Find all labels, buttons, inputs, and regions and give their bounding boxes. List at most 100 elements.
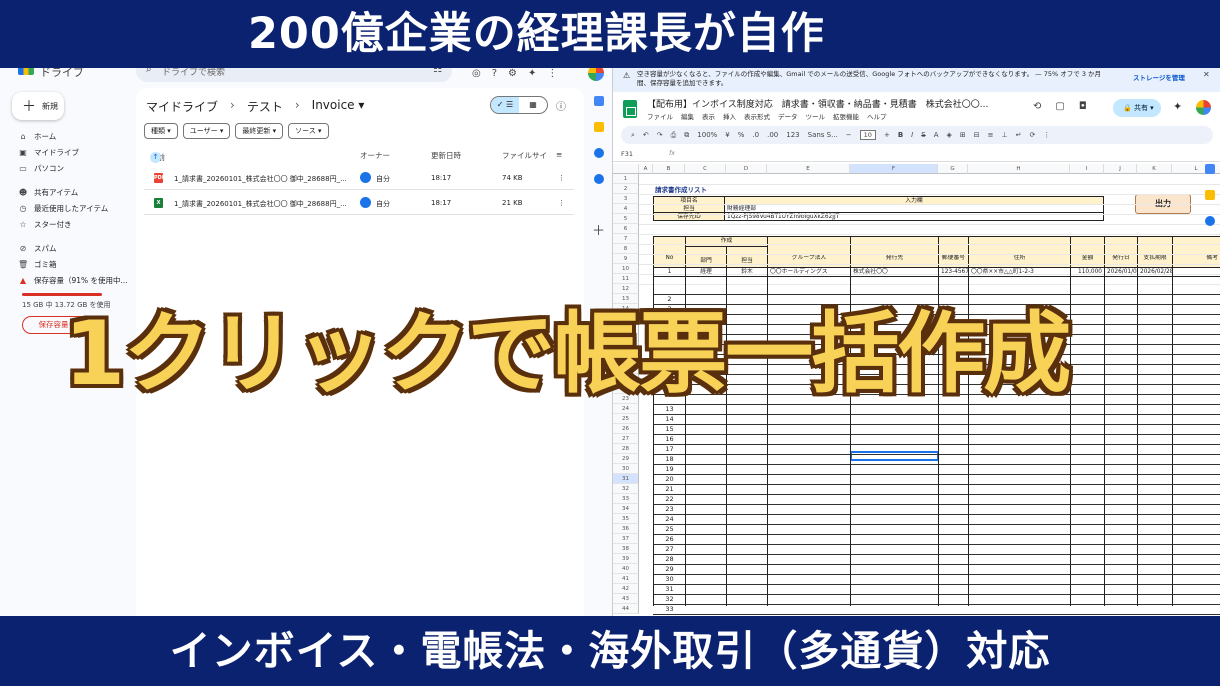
row1-amount[interactable]: 110,000 <box>1070 267 1105 277</box>
no-cell[interactable]: 16 <box>653 434 686 444</box>
menu-file[interactable]: ファイル <box>647 111 673 121</box>
row1-tantou[interactable]: 鈴木 <box>726 267 768 277</box>
close-icon[interactable]: ✕ <box>1203 70 1210 79</box>
arrow-up-icon[interactable]: ↑ <box>150 152 161 163</box>
row-number[interactable]: 20 <box>613 364 639 374</box>
row-number[interactable]: 9 <box>613 254 639 264</box>
no-cell[interactable]: 29 <box>653 564 686 574</box>
filter-modified-chip[interactable]: 最終更新 ▾ <box>235 123 284 139</box>
tasks-icon[interactable] <box>594 148 604 158</box>
more-formats-icon[interactable]: 123 <box>786 131 799 139</box>
row-number[interactable]: 6 <box>613 224 639 234</box>
strikethrough-icon[interactable]: S <box>921 131 925 139</box>
add-addon-icon[interactable]: ＋ <box>592 220 605 239</box>
calendar-icon[interactable] <box>1205 164 1215 174</box>
file-row[interactable]: X 1_請求書_20260101_株式会社〇〇 御中_28688円_... 自分… <box>144 191 574 215</box>
sidebar-item-storage[interactable]: ▲ 保存容量（91% を使用中... <box>18 272 130 288</box>
row-number[interactable]: 1 <box>613 174 639 184</box>
column-owner[interactable]: オーナー <box>360 150 390 161</box>
no-cell[interactable]: 33 <box>653 604 686 614</box>
manage-storage-link[interactable]: ストレージを管理 <box>1133 72 1185 82</box>
breadcrumb-my-drive[interactable]: マイドライブ <box>146 98 218 115</box>
apps-icon[interactable]: ⋮ <box>547 68 557 79</box>
row-number[interactable]: 11 <box>613 274 639 284</box>
valign-icon[interactable]: ⊥ <box>1002 131 1008 139</box>
sidebar-item-home[interactable]: ⌂ ホーム <box>18 128 130 144</box>
view-toggle[interactable]: ✓ ☰ ▦ <box>490 96 548 114</box>
sidebar-item-recent[interactable]: ◷ 最近使用したアイテム <box>18 200 130 216</box>
name-box[interactable]: F31 <box>621 150 633 158</box>
row-number[interactable]: 28 <box>613 444 639 454</box>
row-number[interactable]: 33 <box>613 494 639 504</box>
sidebar-item-shared[interactable]: ☻ 共有アイテム <box>18 184 130 200</box>
paint-format-icon[interactable]: ⧉ <box>684 131 689 140</box>
keep-icon[interactable] <box>1205 190 1215 200</box>
row1-hakkosaki[interactable]: 株式会社〇〇 <box>850 267 939 277</box>
row-number[interactable]: 22 <box>613 384 639 394</box>
menu-view[interactable]: 表示 <box>702 111 715 121</box>
row-number[interactable]: 43 <box>613 594 639 604</box>
row-number[interactable]: 25 <box>613 414 639 424</box>
no-cell[interactable]: 19 <box>653 464 686 474</box>
font-size-decrease-icon[interactable]: − <box>846 131 852 139</box>
row-number[interactable]: 8 <box>613 244 639 254</box>
menu-insert[interactable]: 挿入 <box>723 111 736 121</box>
sidebar-item-starred[interactable]: ☆ スター付き <box>18 216 130 232</box>
font-size-increase-icon[interactable]: + <box>884 131 890 139</box>
file-row[interactable]: PDF 1_請求書_20260101_株式会社〇〇 御中_28688円_... … <box>144 166 574 190</box>
drive-search-input[interactable]: ⌕ ドライブで検索 ☷ <box>136 68 452 82</box>
column-header-g[interactable]: G <box>938 164 968 174</box>
column-modified[interactable]: 更新日時 <box>431 150 461 161</box>
sheets-logo-icon[interactable] <box>623 100 637 118</box>
text-color-icon[interactable]: A <box>934 131 939 139</box>
comment-icon[interactable]: ▢ <box>1055 101 1064 112</box>
row-number[interactable]: 29 <box>613 454 639 464</box>
gemini-icon[interactable]: ✦ <box>528 68 536 79</box>
meet-icon[interactable]: ◘ <box>1079 101 1087 112</box>
row1-address[interactable]: 〇〇県××市△△町1-2-3 <box>968 267 1071 277</box>
bold-icon[interactable]: B <box>898 131 903 139</box>
share-button[interactable]: 🔒 共有 ▾ <box>1113 99 1161 117</box>
more-icon[interactable]: ⋮ <box>1043 131 1050 139</box>
row1-group[interactable]: 〇〇ホールディングス <box>767 267 851 277</box>
get-more-storage-button[interactable]: 保存容量を増 <box>22 316 100 334</box>
gemini-icon[interactable]: ✦ <box>1173 100 1182 113</box>
row-number[interactable]: 17 <box>613 334 639 344</box>
row-number[interactable]: 12 <box>613 284 639 294</box>
doc-title[interactable]: 【配布用】インボイス制度対応 請求書・領収書・納品書・見積書 株式会社〇〇... <box>647 97 988 110</box>
row-number[interactable]: 44 <box>613 604 639 614</box>
no-cell[interactable]: 13 <box>653 404 686 414</box>
column-size[interactable]: ファイルサイ <box>502 150 547 161</box>
selected-cell-f31[interactable] <box>850 451 939 461</box>
row-number[interactable]: 21 <box>613 374 639 384</box>
column-header-b[interactable]: B <box>653 164 685 174</box>
column-header-h[interactable]: H <box>968 164 1070 174</box>
print-icon[interactable]: ⎙ <box>671 131 677 140</box>
no-cell[interactable]: 21 <box>653 484 686 494</box>
column-header-i[interactable]: I <box>1070 164 1104 174</box>
row-number[interactable]: 30 <box>613 464 639 474</box>
row-number[interactable]: 24 <box>613 404 639 414</box>
zoom-select[interactable]: 100% <box>697 131 717 139</box>
menu-help[interactable]: ヘルプ <box>867 111 887 121</box>
percent-icon[interactable]: % <box>738 131 745 139</box>
help-icon[interactable]: ? <box>492 68 497 79</box>
no-cell[interactable]: 32 <box>653 594 686 604</box>
row-number[interactable]: 37 <box>613 534 639 544</box>
row-number[interactable]: 15 <box>613 314 639 324</box>
font-select[interactable]: Sans S... <box>808 131 838 139</box>
row1-no[interactable]: 1 <box>653 267 686 277</box>
no-cell[interactable]: 3 <box>653 304 686 314</box>
row-number[interactable]: 2 <box>613 184 639 194</box>
row-number[interactable]: 38 <box>613 544 639 554</box>
no-cell[interactable]: 30 <box>653 574 686 584</box>
filter-user-chip[interactable]: ユーザー ▾ <box>182 123 231 139</box>
no-cell[interactable]: 14 <box>653 414 686 424</box>
no-cell[interactable]: 22 <box>653 494 686 504</box>
list-view-icon[interactable]: ✓ ☰ <box>491 97 519 113</box>
row-number[interactable]: 3 <box>613 194 639 204</box>
row-number[interactable]: 39 <box>613 554 639 564</box>
column-header-k[interactable]: K <box>1137 164 1172 174</box>
filter-type-chip[interactable]: 種類 ▾ <box>144 123 178 139</box>
undo-icon[interactable]: ↶ <box>643 131 649 139</box>
